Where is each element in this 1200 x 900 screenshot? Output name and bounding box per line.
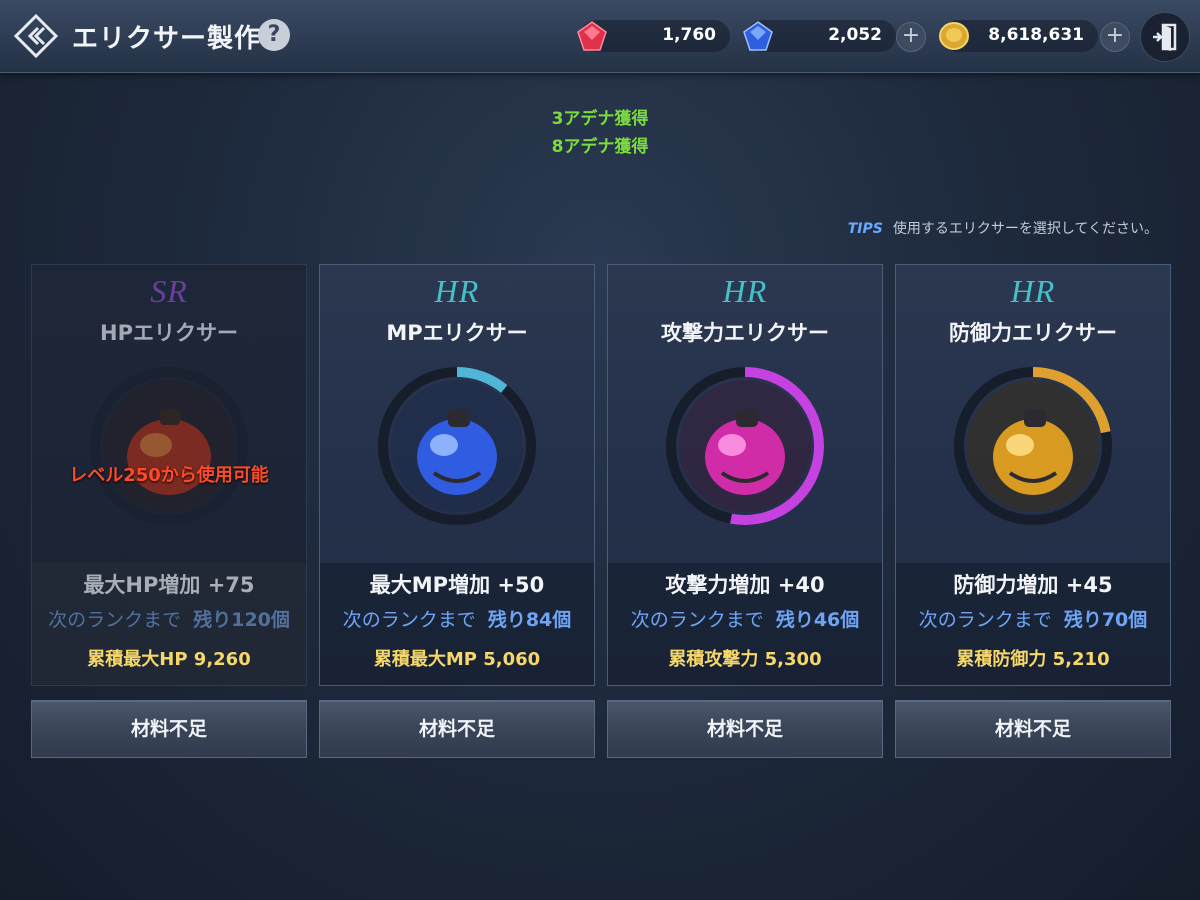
currency-gold: 8,618,631 [939, 20, 1098, 52]
top-bar: エリクサー製作 ? 1,760 2,052 + 8,618,631 + [0, 0, 1200, 73]
tips-tag: TIPS [847, 221, 883, 237]
rank-remaining: 次のランクまで 残り46個 [630, 609, 860, 631]
red-gem-count: 1,760 [662, 25, 716, 45]
craft-button-hp[interactable]: 材料不足 [31, 700, 307, 758]
add-gold-button[interactable]: + [1100, 22, 1130, 52]
elixir-progress-ring [378, 367, 536, 525]
rarity-label: HR [722, 273, 768, 309]
back-arrow-icon [13, 13, 59, 59]
red-gem-icon [577, 21, 607, 51]
rank-remaining: 次のランクまで 残り84個 [342, 609, 572, 631]
stat-increase: 攻撃力増加 +40 [665, 573, 825, 597]
elixir-progress-ring [954, 367, 1112, 525]
tips-line: TIPS 使用するエリクサーを選択してください。 [848, 218, 1158, 238]
level-lock-text: レベル250から使用可能 [69, 465, 269, 486]
elixir-progress-ring [90, 367, 248, 525]
cumulative-total: 累積攻撃力 5,300 [668, 649, 822, 670]
stat-increase: 防御力増加 +45 [953, 573, 1113, 597]
craft-button-attack[interactable]: 材料不足 [607, 700, 883, 758]
gain-message: 3アデナ獲得 [551, 109, 649, 129]
rank-remaining: 次のランクまで 残り120個 [48, 609, 290, 631]
add-blue-gem-button[interactable]: + [896, 22, 926, 52]
elixir-card-hp[interactable]: SR HPエリクサー レベル250から使用可能 最大HP増加 +75 次のランク… [31, 264, 307, 686]
elixir-card-mp[interactable]: HR MPエリクサー 最大MP増加 +50 次のランクまで 残り84個 累積最大… [319, 264, 595, 686]
elixir-info-panel: 防御力増加 +45 次のランクまで 残り70個 累積防御力 5,210 [896, 563, 1170, 685]
gain-message: 8アデナ獲得 [551, 137, 649, 157]
back-button[interactable] [13, 13, 59, 59]
elixir-name: 防御力エリクサー [949, 321, 1117, 345]
tips-text: 使用するエリクサーを選択してください。 [892, 221, 1158, 237]
elixir-info-panel: 攻撃力増加 +40 次のランクまで 残り46個 累積攻撃力 5,300 [608, 563, 882, 685]
rarity-label: SR [150, 273, 188, 309]
stat-increase: 最大HP増加 +75 [83, 573, 255, 597]
rarity-label: HR [1010, 273, 1056, 309]
elixir-progress-ring [666, 367, 824, 525]
rank-remaining: 次のランクまで 残り70個 [918, 609, 1148, 631]
craft-button-defense[interactable]: 材料不足 [895, 700, 1171, 758]
blue-gem-count: 2,052 [828, 25, 882, 45]
elixir-name: HPエリクサー [100, 321, 238, 345]
blue-gem-icon [743, 21, 773, 51]
elixir-info-panel: 最大HP増加 +75 次のランクまで 残り120個 累積最大HP 9,260 [32, 563, 306, 685]
elixir-name: MPエリクサー [386, 321, 528, 345]
rarity-label: HR [434, 273, 480, 309]
exit-button[interactable] [1140, 12, 1190, 62]
help-icon[interactable]: ? [258, 19, 290, 51]
cumulative-total: 累積防御力 5,210 [956, 649, 1110, 670]
cumulative-total: 累積最大MP 5,060 [373, 649, 541, 670]
page-title: エリクサー製作 [72, 24, 262, 54]
currency-blue-gem: 2,052 [743, 20, 896, 52]
elixir-info-panel: 最大MP増加 +50 次のランクまで 残り84個 累積最大MP 5,060 [320, 563, 594, 685]
elixir-card-attack[interactable]: HR 攻撃力エリクサー 攻撃力増加 +40 次のランクまで 残り46個 累積攻撃… [607, 264, 883, 686]
gold-coin-icon [939, 22, 969, 50]
elixir-name: 攻撃力エリクサー [661, 321, 829, 345]
gold-count: 8,618,631 [988, 25, 1084, 45]
craft-button-mp[interactable]: 材料不足 [319, 700, 595, 758]
currency-red-gem: 1,760 [577, 20, 730, 52]
elixir-card-defense[interactable]: HR 防御力エリクサー 防御力増加 +45 次のランクまで 残り70個 累積防御… [895, 264, 1171, 686]
exit-door-icon [1153, 23, 1177, 51]
cumulative-total: 累積最大HP 9,260 [87, 649, 251, 670]
stat-increase: 最大MP増加 +50 [369, 573, 545, 597]
